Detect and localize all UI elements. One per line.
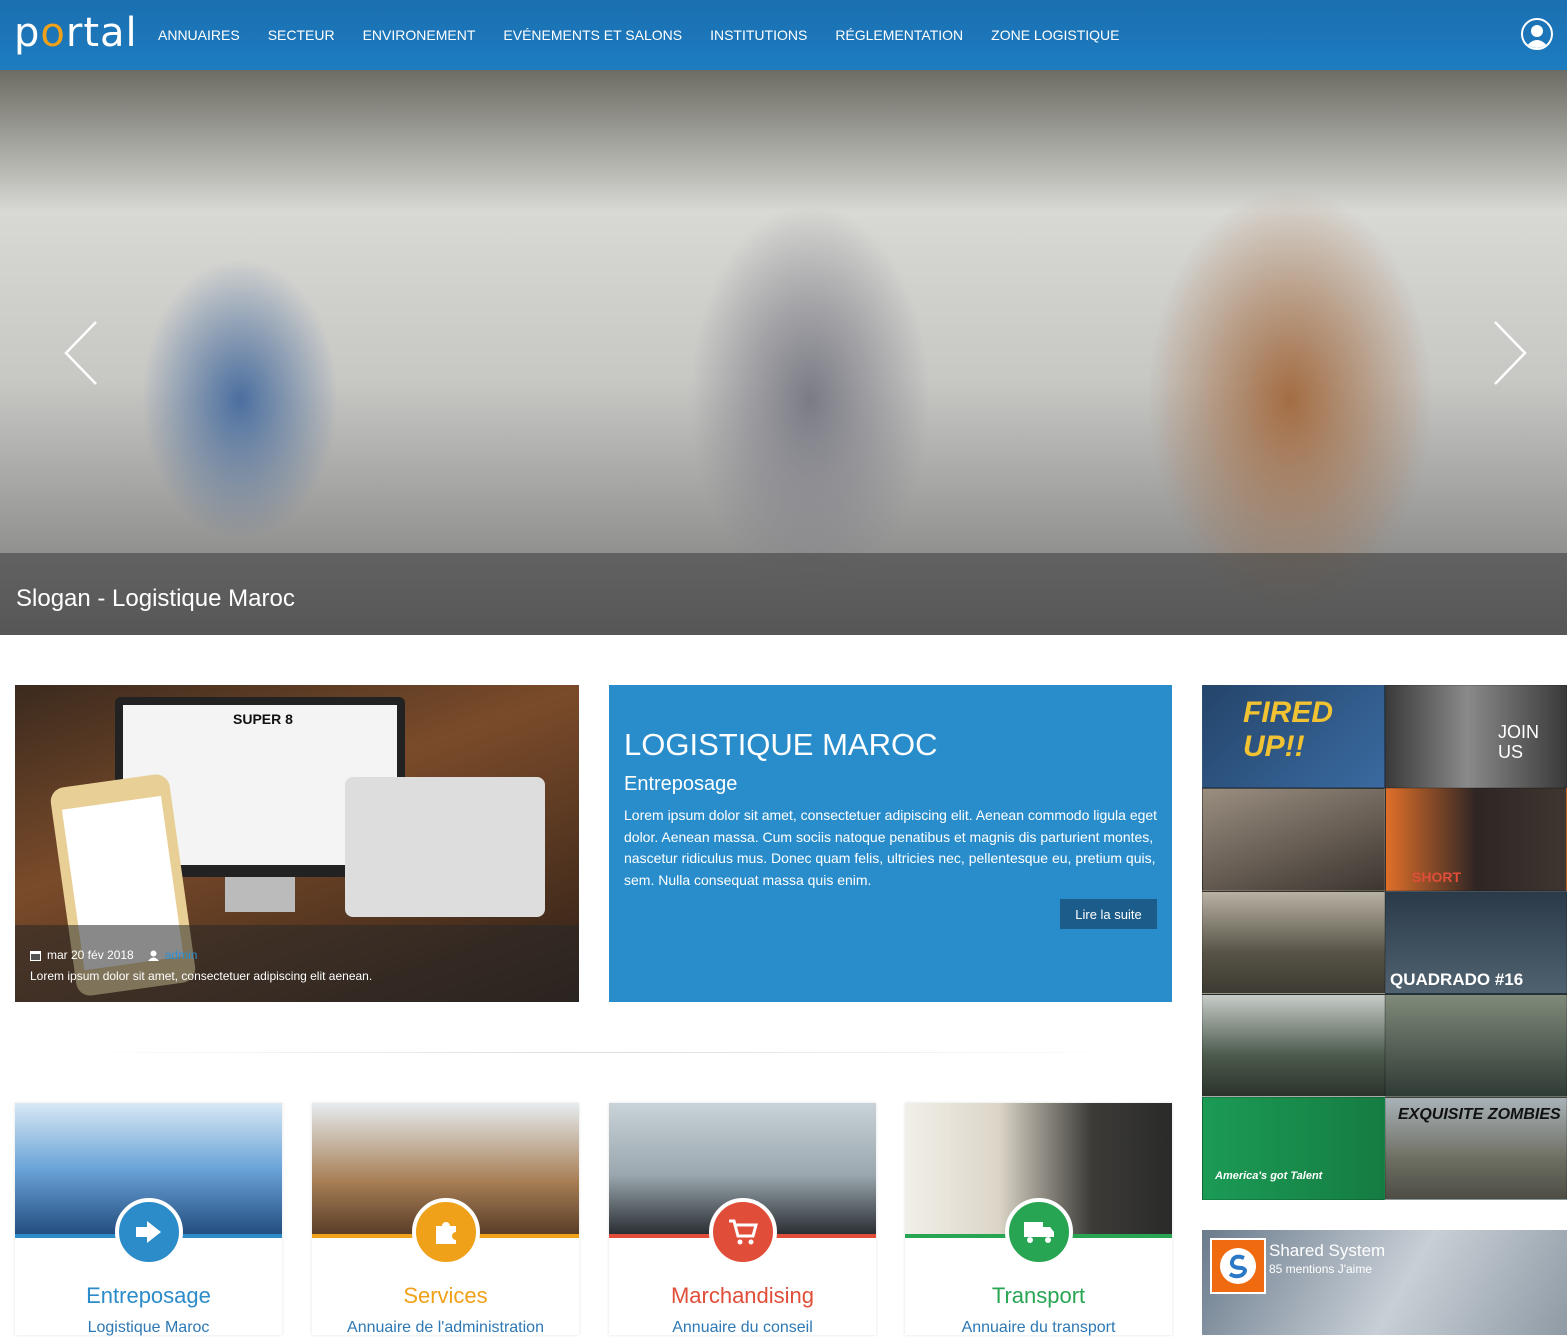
service-title: Services [403, 1283, 488, 1308]
monitor-stand [225, 877, 295, 912]
prev-slide-arrow-icon[interactable] [58, 320, 108, 386]
article-meta-line: mar 20 fév 2018 admin [30, 948, 197, 962]
feature-body: Lorem ipsum dolor sit amet, consectetuer… [624, 807, 1158, 888]
nav-annuaires[interactable]: ANNUAIRES [158, 27, 240, 43]
service-subtitle[interactable]: Annuaire du conseil [609, 1319, 876, 1337]
nav-secteur[interactable]: SECTEUR [268, 27, 335, 43]
next-slide-arrow-icon[interactable] [1483, 320, 1533, 386]
service-subtitle[interactable]: Logistique Maroc [15, 1319, 282, 1337]
portal-logo[interactable]: portal [14, 10, 138, 56]
video-thumb[interactable]: EXQUISITE ZOMBIES [1385, 1097, 1567, 1200]
service-card-entreposage[interactable]: Entreposage Logistique Maroc [15, 1103, 282, 1337]
page-name[interactable]: Shared System [1269, 1241, 1385, 1261]
main-nav: ANNUAIRES SECTEUR ENVIRONEMENT EVÉNEMENT… [158, 0, 1120, 70]
screen-title: SUPER 8 [233, 711, 293, 727]
service-card-transport[interactable]: Transport Annuaire du transport [905, 1103, 1172, 1337]
facebook-page-widget[interactable]: Shared System 85 mentions J'aime [1202, 1230, 1567, 1335]
service-subtitle[interactable]: Annuaire du transport [905, 1319, 1172, 1337]
feature-subtitle: Entreposage [624, 773, 738, 795]
article-excerpt: Lorem ipsum dolor sit amet, consectetuer… [30, 969, 373, 983]
service-icon-circle [412, 1198, 480, 1266]
video-thumb[interactable]: SHORT [1385, 788, 1567, 891]
sign-in-icon [136, 1221, 161, 1243]
service-card-marchandising[interactable]: Marchandising Annuaire du conseil [609, 1103, 876, 1337]
puzzle-icon [436, 1222, 456, 1244]
camera-image [345, 777, 545, 917]
video-thumb[interactable] [1202, 994, 1385, 1097]
nav-reglementation[interactable]: RÉGLEMENTATION [835, 27, 963, 43]
article-author-link[interactable]: admin [165, 948, 198, 962]
article-date: mar 20 fév 2018 [47, 948, 134, 962]
service-subtitle[interactable]: Annuaire de l'administration [312, 1319, 579, 1337]
shared-system-logo-icon [1220, 1248, 1256, 1284]
page-likes: 85 mentions J'aime [1269, 1262, 1373, 1276]
hero-caption: Slogan - Logistique Maroc [16, 585, 295, 612]
user-icon [1525, 25, 1549, 48]
hero-slider: Slogan - Logistique Maroc [0, 70, 1567, 635]
service-icon-circle [115, 1198, 183, 1266]
user-account-button[interactable] [1521, 18, 1553, 50]
nav-institutions[interactable]: INSTITUTIONS [710, 27, 807, 43]
nav-zone-logistique[interactable]: ZONE LOGISTIQUE [991, 27, 1119, 43]
video-thumb[interactable] [1202, 788, 1385, 891]
truck-icon [1024, 1222, 1054, 1243]
feature-title: LOGISTIQUE MAROC [624, 727, 938, 762]
service-title: Marchandising [670, 1283, 815, 1308]
top-navbar: portal ANNUAIRES SECTEUR ENVIRONEMENT EV… [0, 0, 1567, 70]
service-title: Transport [991, 1283, 1086, 1308]
service-icon-circle [709, 1198, 777, 1266]
section-divider [70, 1052, 1130, 1053]
feature-box: LOGISTIQUE MAROC Entreposage Lorem ipsum… [609, 685, 1172, 1002]
user-icon [147, 950, 159, 961]
nav-environement[interactable]: ENVIRONEMENT [363, 27, 476, 43]
video-thumb[interactable] [1202, 891, 1385, 994]
video-thumbnail-grid: FIRED UP!! JOIN US SHORT QUADRADO #16 Am… [1202, 685, 1567, 1200]
service-title: Entreposage [86, 1283, 211, 1308]
calendar-icon [30, 950, 41, 961]
video-thumb[interactable]: QUADRADO #16 [1385, 891, 1567, 994]
page-avatar[interactable] [1210, 1238, 1266, 1294]
video-thumb[interactable] [1385, 994, 1567, 1097]
nav-evenements[interactable]: EVÉNEMENTS ET SALONS [503, 27, 682, 43]
cart-icon [729, 1219, 758, 1245]
service-card-services[interactable]: Services Annuaire de l'administration [312, 1103, 579, 1337]
read-more-button[interactable]: Lire la suite [1060, 899, 1157, 929]
article-meta-bar [15, 925, 579, 1002]
video-thumb[interactable]: FIRED UP!! [1202, 685, 1385, 788]
video-thumb[interactable]: America's got Talent [1202, 1097, 1385, 1200]
video-thumb[interactable]: JOIN US [1385, 685, 1567, 788]
news-article-card[interactable]: SUPER 8 mar 20 fév 2018 admin Lorem ipsu… [15, 685, 579, 1002]
service-icon-circle [1005, 1198, 1073, 1266]
